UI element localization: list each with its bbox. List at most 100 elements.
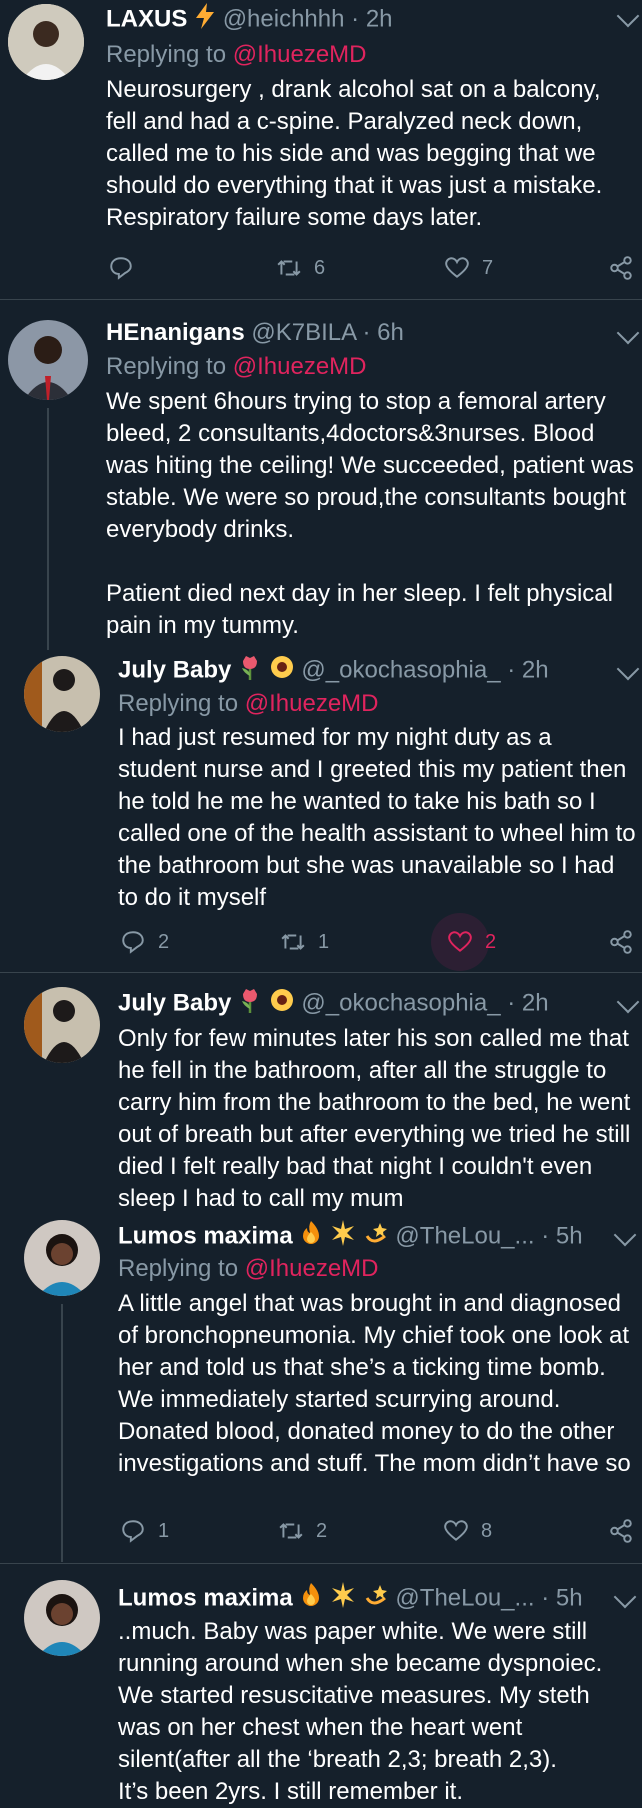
action-bar: 1 2 8 (118, 1513, 638, 1549)
sunflower-emoji (269, 654, 295, 688)
timestamp[interactable]: 2h (522, 656, 549, 683)
chevron-down-icon[interactable] (616, 657, 640, 681)
like-button[interactable]: 2 (447, 924, 496, 960)
retweet-button[interactable]: 2 (278, 1513, 327, 1549)
reply-icon (122, 1520, 144, 1543)
share-icon (610, 256, 632, 280)
tweet-text: We spent 6hours trying to stop a femoral… (106, 388, 634, 639)
reply-button[interactable]: 2 (120, 924, 169, 960)
display-name[interactable]: HEnanigans (106, 319, 245, 346)
tweet-july-baby-1[interactable]: July Baby @_okochasophia_ · 2h Replying … (0, 650, 642, 971)
tweet-laxus[interactable]: LAXUS @heichhhh · 2h Replying to @Ihueze… (0, 0, 642, 298)
replying-label: Replying to (106, 41, 227, 68)
timestamp[interactable]: 2h (366, 5, 393, 32)
retweet-button[interactable]: 6 (276, 250, 325, 286)
dizzy-emoji (363, 1220, 389, 1254)
action-bar: 2 1 2 (118, 913, 638, 971)
like-button[interactable]: 7 (444, 250, 493, 286)
reply-mention[interactable]: @IhuezeMD (233, 41, 367, 68)
chevron-down-icon[interactable] (616, 321, 640, 345)
like-count: 7 (482, 256, 494, 279)
sun-emoji (330, 1582, 356, 1616)
retweet-icon (279, 1523, 303, 1539)
sun-emoji (330, 1220, 356, 1254)
display-name[interactable]: July Baby (118, 656, 231, 683)
timestamp[interactable]: 6h (377, 319, 404, 346)
chevron-down-icon[interactable] (616, 4, 640, 28)
reply-icon (122, 931, 144, 954)
share-icon (610, 930, 632, 954)
heart-icon (444, 1520, 468, 1541)
share-button[interactable] (608, 250, 634, 286)
user-handle[interactable]: @_okochasophia_ (301, 989, 500, 1016)
tulip-emoji (238, 654, 262, 688)
thread-line (61, 1304, 63, 1562)
timestamp[interactable]: 5h (556, 1584, 583, 1611)
heart-icon (448, 931, 472, 952)
avatar[interactable] (8, 320, 88, 400)
retweet-count: 6 (314, 256, 326, 279)
timestamp[interactable]: 2h (522, 989, 549, 1016)
action-bar: 6 7 (106, 250, 636, 286)
reply-mention[interactable]: @IhuezeMD (245, 1255, 379, 1282)
dizzy-emoji (363, 1582, 389, 1616)
chevron-down-icon[interactable] (613, 1223, 637, 1247)
like-count: 8 (481, 1519, 493, 1542)
retweet-icon (277, 260, 301, 276)
tweet-text: A little angel that was brought in and d… (118, 1290, 636, 1477)
share-icon (610, 1519, 632, 1543)
tweet-july-baby-2[interactable]: July Baby @_okochasophia_ · 2h Only for … (0, 973, 642, 1212)
time-separator: · (507, 656, 516, 684)
tulip-emoji (238, 987, 262, 1021)
time-separator: · (351, 5, 360, 33)
chevron-down-icon[interactable] (613, 1585, 637, 1609)
tweet-text: ..much. Baby was paper white. We were st… (118, 1618, 603, 1805)
time-separator: · (541, 1222, 550, 1250)
lightning-emoji (194, 3, 216, 37)
like-button[interactable]: 8 (443, 1513, 492, 1549)
display-name[interactable]: Lumos maxima (118, 1584, 293, 1611)
display-name[interactable]: LAXUS (106, 5, 187, 32)
replying-label: Replying to (106, 353, 227, 380)
retweet-icon (281, 934, 305, 950)
retweet-count: 2 (316, 1519, 328, 1542)
display-name[interactable]: July Baby (118, 989, 231, 1016)
avatar[interactable] (24, 1220, 100, 1296)
thread-line (47, 408, 49, 650)
reply-count: 2 (158, 930, 170, 953)
sunflower-emoji (269, 987, 295, 1021)
fire-emoji (299, 1220, 323, 1254)
user-handle[interactable]: @TheLou_... (395, 1222, 534, 1249)
user-handle[interactable]: @TheLou_... (395, 1584, 534, 1611)
share-button[interactable] (608, 924, 634, 960)
replying-label: Replying to (118, 690, 239, 717)
reply-button[interactable] (108, 250, 146, 286)
user-handle[interactable]: @heichhhh (223, 5, 345, 32)
reply-count: 1 (158, 1519, 170, 1542)
retweet-count: 1 (318, 930, 330, 953)
reply-button[interactable]: 1 (120, 1513, 169, 1549)
heart-icon (445, 257, 469, 278)
avatar[interactable] (8, 4, 84, 80)
tweet-henanigans[interactable]: HEnanigans @K7BILA · 6h Replying to @Ihu… (0, 300, 642, 650)
share-button[interactable] (608, 1513, 634, 1549)
tweet-text: Neurosurgery , drank alcohol sat on a ba… (106, 76, 609, 231)
chevron-down-icon[interactable] (616, 990, 640, 1014)
reply-mention[interactable]: @IhuezeMD (245, 690, 379, 717)
time-separator: · (507, 989, 516, 1017)
avatar[interactable] (24, 656, 100, 732)
tweet-text: Only for few minutes later his son calle… (118, 1025, 637, 1212)
user-handle[interactable]: @_okochasophia_ (301, 656, 500, 683)
user-handle[interactable]: @K7BILA (251, 319, 355, 346)
tweet-lumos-2[interactable]: Lumos maxima @TheLou_... · 5h ..much. Ba… (0, 1564, 642, 1805)
time-separator: · (362, 319, 371, 346)
avatar[interactable] (24, 987, 100, 1063)
avatar[interactable] (24, 1580, 100, 1656)
tweet-text: I had just resumed for my night duty as … (118, 724, 642, 911)
timestamp[interactable]: 5h (556, 1222, 583, 1249)
retweet-button[interactable]: 1 (280, 924, 329, 960)
reply-mention[interactable]: @IhuezeMD (233, 353, 367, 380)
time-separator: · (541, 1584, 550, 1612)
tweet-lumos-1[interactable]: Lumos maxima @TheLou_... · 5h Replying t… (0, 1210, 642, 1562)
display-name[interactable]: Lumos maxima (118, 1222, 293, 1249)
